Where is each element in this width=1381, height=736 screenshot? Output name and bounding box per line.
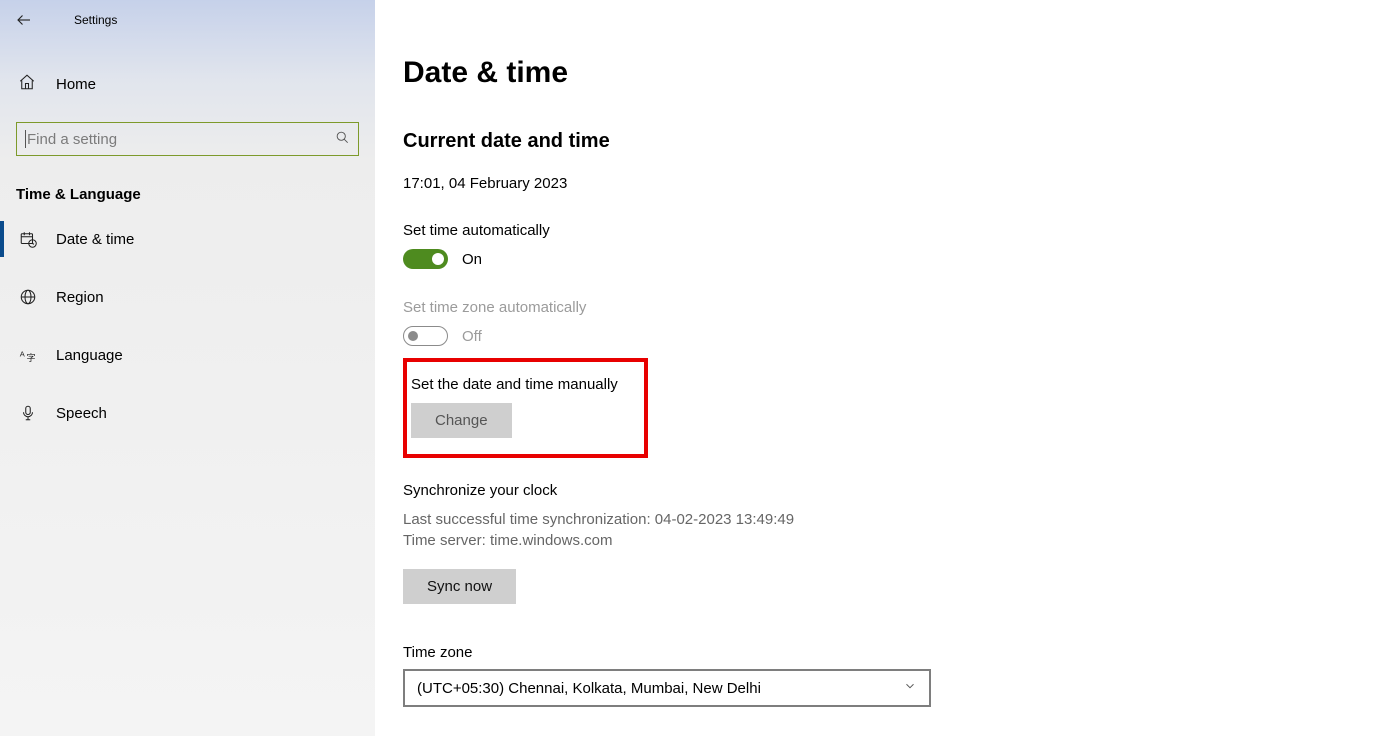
language-icon: A字 (18, 345, 38, 365)
calendar-clock-icon (18, 229, 38, 249)
sidebar-item-label: Region (56, 289, 104, 306)
arrow-left-icon (15, 11, 33, 29)
change-button[interactable]: Change (411, 403, 512, 438)
sidebar-group-heading: Time & Language (16, 186, 375, 203)
search-input[interactable] (27, 131, 336, 148)
sidebar: Settings Home Time & Language Date & tim… (0, 0, 375, 736)
auto-tz-toggle (403, 326, 448, 346)
search-icon (336, 131, 350, 148)
svg-text:A: A (20, 350, 25, 359)
microphone-icon (18, 403, 38, 423)
current-datetime-value: 17:01, 04 February 2023 (403, 175, 1381, 192)
sidebar-item-speech[interactable]: Speech (0, 391, 375, 435)
sync-server-info: Time server: time.windows.com (403, 530, 1381, 551)
sidebar-item-label: Speech (56, 405, 107, 422)
titlebar: Settings (0, 0, 375, 36)
sync-last-info: Last successful time synchronization: 04… (403, 509, 1381, 530)
manual-datetime-highlight: Set the date and time manually Change (403, 358, 648, 458)
sidebar-item-label: Date & time (56, 231, 134, 248)
timezone-value: (UTC+05:30) Chennai, Kolkata, Mumbai, Ne… (417, 680, 761, 697)
nav-home-label: Home (56, 76, 96, 93)
text-caret (25, 130, 26, 148)
timezone-select[interactable]: (UTC+05:30) Chennai, Kolkata, Mumbai, Ne… (403, 669, 931, 707)
svg-text:字: 字 (27, 352, 36, 363)
sidebar-item-date-time[interactable]: Date & time (0, 217, 375, 261)
page-title: Date & time (403, 56, 1381, 90)
current-datetime-heading: Current date and time (403, 130, 1381, 153)
auto-tz-state: Off (462, 328, 482, 345)
manual-label: Set the date and time manually (407, 376, 628, 393)
auto-time-toggle[interactable] (403, 249, 448, 269)
timezone-heading: Time zone (403, 644, 1381, 661)
window-title: Settings (74, 13, 117, 27)
home-icon (18, 73, 36, 96)
nav-home[interactable]: Home (0, 64, 375, 104)
globe-icon (18, 287, 38, 307)
auto-tz-label: Set time zone automatically (403, 299, 1381, 316)
auto-time-label: Set time automatically (403, 222, 1381, 239)
main-content: Date & time Current date and time 17:01,… (375, 0, 1381, 736)
auto-time-state: On (462, 251, 482, 268)
sync-heading: Synchronize your clock (403, 482, 1381, 499)
back-button[interactable] (14, 10, 34, 30)
sync-now-button[interactable]: Sync now (403, 569, 516, 604)
sidebar-item-label: Language (56, 347, 123, 364)
sidebar-item-region[interactable]: Region (0, 275, 375, 319)
sidebar-item-language[interactable]: A字 Language (0, 333, 375, 377)
search-box[interactable] (16, 122, 359, 156)
chevron-down-icon (903, 679, 917, 698)
